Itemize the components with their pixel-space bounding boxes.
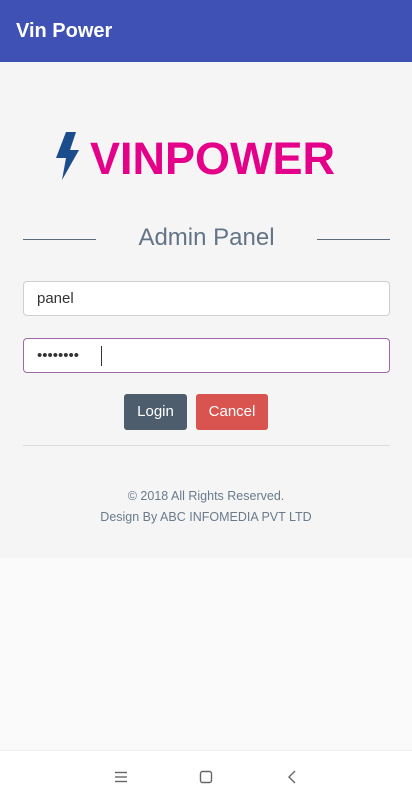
heading-rule-right: [317, 239, 390, 240]
divider: [23, 445, 390, 446]
cancel-button[interactable]: Cancel: [196, 394, 268, 430]
app-title: Vin Power: [16, 20, 113, 42]
page-title: Admin Panel: [138, 224, 275, 251]
menu-icon[interactable]: [109, 765, 133, 789]
back-icon[interactable]: [280, 765, 304, 789]
logo-wordmark: VINPOWER: [90, 133, 336, 184]
app-bar: Vin Power: [0, 0, 412, 62]
system-navigation-bar: [0, 750, 412, 800]
home-icon[interactable]: [194, 765, 218, 789]
vinpower-logo: VINPOWER: [52, 130, 372, 185]
username-input[interactable]: panel: [23, 281, 390, 316]
password-value: ••••••••: [37, 347, 80, 364]
password-input[interactable]: ••••••••: [23, 338, 390, 373]
admin-panel-heading-row: Admin Panel: [23, 222, 390, 256]
design-credit-text: Design By ABC INFOMEDIA PVT LTD: [100, 510, 312, 524]
login-button[interactable]: Login: [124, 394, 187, 430]
lightning-bolt-icon: [56, 132, 79, 180]
page-background: [0, 558, 412, 750]
copyright-text: © 2018 All Rights Reserved.: [127, 489, 285, 503]
username-value: panel: [37, 290, 74, 307]
text-cursor: [101, 346, 102, 366]
